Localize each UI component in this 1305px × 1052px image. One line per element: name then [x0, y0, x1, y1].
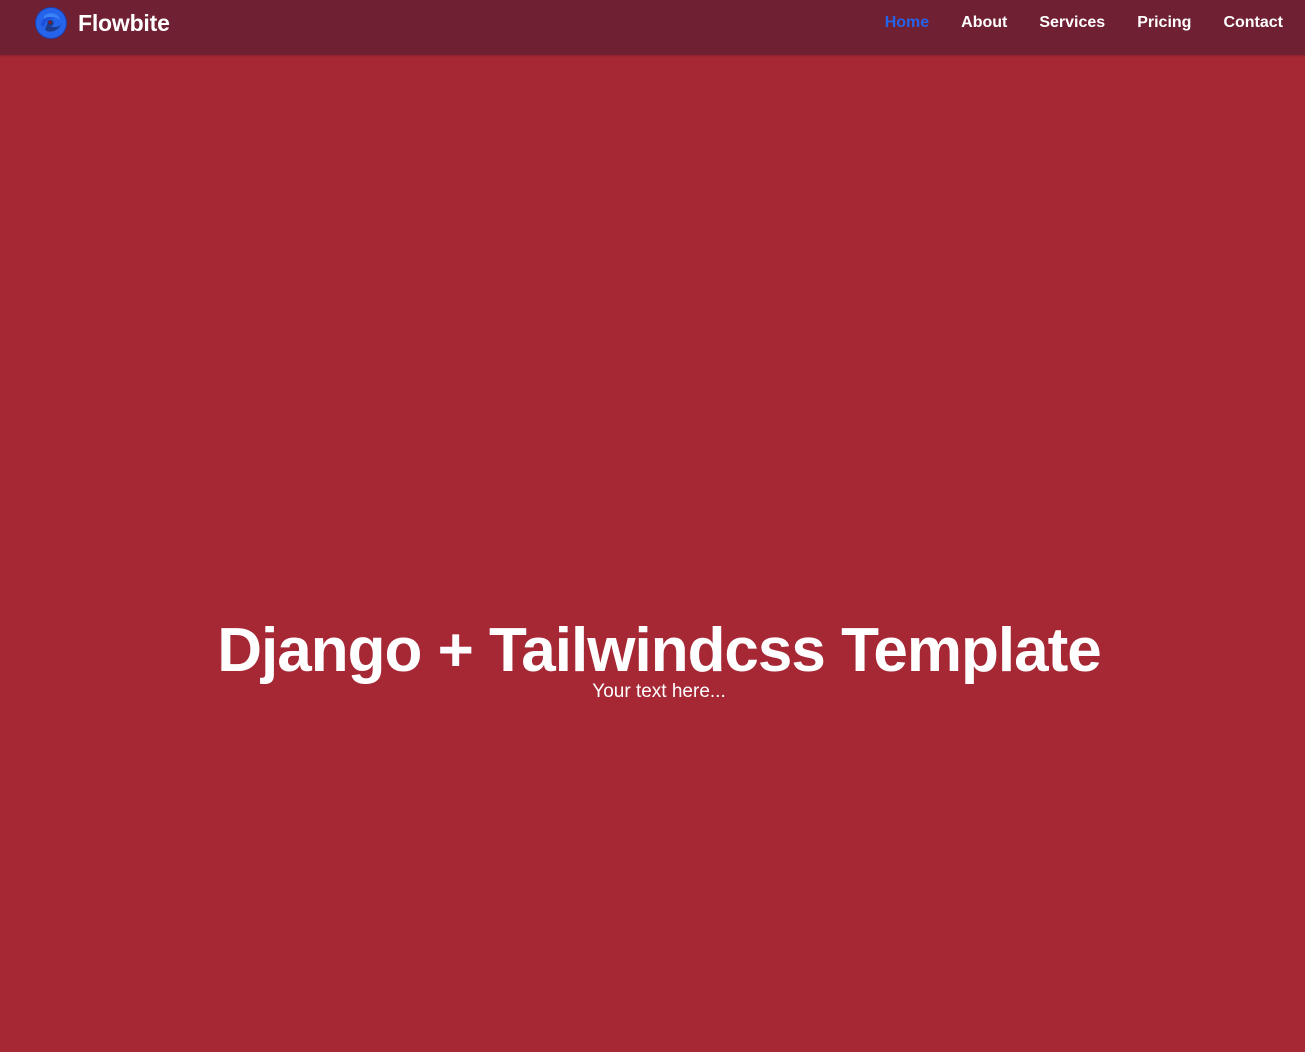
nav-item-about: About — [961, 14, 1007, 32]
nav-link-about[interactable]: About — [961, 14, 1007, 31]
nav-item-pricing: Pricing — [1137, 14, 1191, 32]
nav-link-home[interactable]: Home — [885, 14, 929, 31]
nav-item-contact: Contact — [1223, 14, 1283, 32]
nav-link-services[interactable]: Services — [1039, 14, 1105, 31]
hero-subtitle: Your text here... — [592, 681, 726, 702]
nav-link-contact[interactable]: Contact — [1223, 14, 1283, 31]
flowbite-logo-icon — [35, 7, 67, 39]
hero-section: Django + Tailwindcss Template Your text … — [0, 616, 1305, 702]
hero-title: Django + Tailwindcss Template — [217, 616, 1101, 685]
brand-name: Flowbite — [78, 9, 170, 36]
nav-menu: Home About Services Pricing Contact — [885, 0, 1283, 46]
nav-item-home: Home — [885, 14, 929, 32]
navbar: Flowbite Home About Services Pricing Con… — [0, 0, 1305, 55]
nav-item-services: Services — [1039, 14, 1105, 32]
nav-link-pricing[interactable]: Pricing — [1137, 14, 1191, 31]
brand-link[interactable]: Flowbite — [35, 7, 170, 39]
